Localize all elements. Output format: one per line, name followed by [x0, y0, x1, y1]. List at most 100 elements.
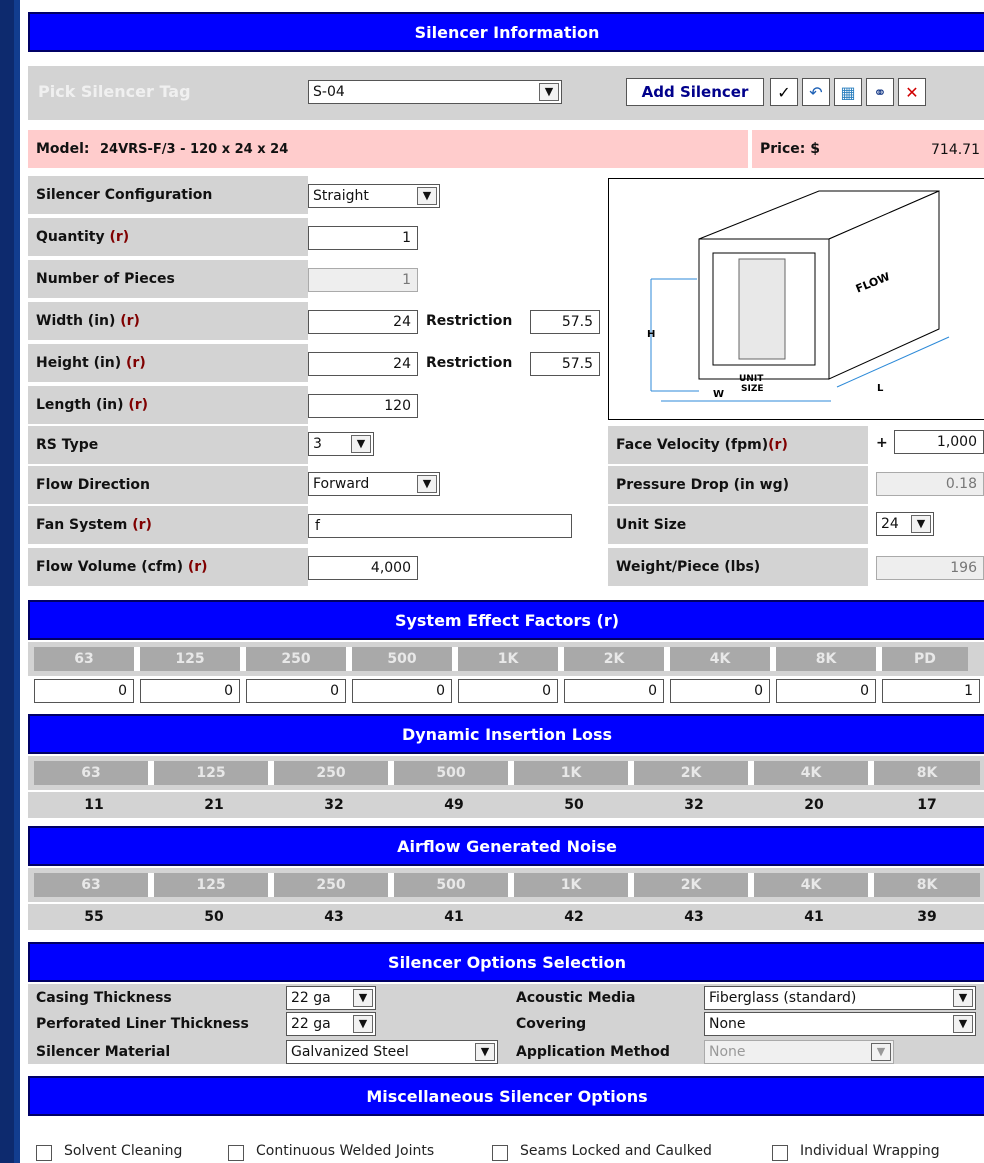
chevron-down-icon: ▼	[911, 515, 931, 533]
height-restriction-label: Restriction	[426, 355, 513, 371]
sef-input[interactable]: 0	[140, 679, 240, 703]
face-velocity-label: Face Velocity (fpm) (r)	[608, 426, 868, 464]
rs-type-label: RS Type	[28, 426, 308, 464]
chevron-down-icon: ▼	[953, 1015, 973, 1033]
dil-band: 2K	[634, 761, 754, 785]
close-icon[interactable]: ✕	[898, 78, 926, 106]
width-input[interactable]: 24	[308, 310, 418, 334]
pressure-drop-input: 0.18	[876, 472, 984, 496]
chevron-down-icon: ▼	[475, 1043, 495, 1061]
agn-header: Airflow Generated Noise	[28, 826, 984, 866]
dil-bands: 63 125 250 500 1K 2K 4K 8K	[28, 756, 984, 790]
sef-input[interactable]: 0	[34, 679, 134, 703]
individual-wrapping-checkbox[interactable]	[772, 1145, 788, 1161]
silencer-panel: Silencer Information Pick Silencer Tag S…	[14, 0, 984, 1163]
flow-direction-label: Flow Direction	[28, 466, 308, 504]
undo-icon[interactable]: ↶	[802, 78, 830, 106]
sef-band: 125	[140, 647, 246, 671]
sef-band: 1K	[458, 647, 564, 671]
quantity-input[interactable]: 1	[308, 226, 418, 250]
agn-band: 1K	[514, 873, 634, 897]
rs-type-select[interactable]: 3 ▼	[308, 432, 374, 456]
pieces-input: 1	[308, 268, 418, 292]
silencer-tag-value: S-04	[313, 84, 345, 100]
solvent-cleaning-checkbox[interactable]	[36, 1145, 52, 1161]
covering-label: Covering	[516, 1016, 587, 1032]
agn-band: 4K	[754, 873, 874, 897]
chevron-down-icon: ▼	[353, 1015, 373, 1033]
width-restriction-input[interactable]: 57.5	[530, 310, 600, 334]
dil-band: 4K	[754, 761, 874, 785]
size-text: SIZE	[741, 384, 764, 394]
dil-band: 500	[394, 761, 514, 785]
sef-band: 8K	[776, 647, 882, 671]
width-label: Width (in) (r)	[28, 302, 308, 340]
pieces-label: Number of Pieces	[28, 260, 308, 298]
material-select[interactable]: Galvanized Steel ▼	[286, 1040, 498, 1064]
method-label: Application Method	[516, 1044, 670, 1060]
quantity-label: Quantity (r)	[28, 218, 308, 256]
binoculars-icon[interactable]: ⚭	[866, 78, 894, 106]
silencer-tag-select[interactable]: S-04 ▼	[308, 80, 562, 104]
check-icon[interactable]: ✓	[770, 78, 798, 106]
individual-wrapping-label: Individual Wrapping	[800, 1143, 940, 1159]
width-restriction-label: Restriction	[426, 313, 513, 329]
sef-input[interactable]: 0	[458, 679, 558, 703]
covering-select[interactable]: None ▼	[704, 1012, 976, 1036]
face-velocity-input[interactable]: 1,000	[894, 430, 984, 454]
sef-input[interactable]: 0	[670, 679, 770, 703]
dil-band: 250	[274, 761, 394, 785]
config-select[interactable]: Straight ▼	[308, 184, 440, 208]
dil-value: 50	[564, 797, 584, 813]
options-header: Silencer Options Selection	[28, 942, 984, 982]
dil-value: 32	[684, 797, 704, 813]
casing-select[interactable]: 22 ga ▼	[286, 986, 376, 1010]
height-restriction-input[interactable]: 57.5	[530, 352, 600, 376]
sef-input[interactable]: 0	[776, 679, 876, 703]
sef-input[interactable]: 0	[352, 679, 452, 703]
agn-value: 55	[84, 909, 104, 925]
solvent-cleaning-label: Solvent Cleaning	[64, 1143, 183, 1159]
agn-band: 125	[154, 873, 274, 897]
sef-header: System Effect Factors (r)	[28, 600, 984, 640]
covering-value: None	[709, 1016, 746, 1032]
welded-joints-checkbox[interactable]	[228, 1145, 244, 1161]
agn-band: 2K	[634, 873, 754, 897]
agn-band: 250	[274, 873, 394, 897]
fan-system-label: Fan System (r)	[28, 506, 308, 544]
sef-band: 4K	[670, 647, 776, 671]
spreadsheet-icon[interactable]: ▦	[834, 78, 862, 106]
seams-locked-checkbox[interactable]	[492, 1145, 508, 1161]
dil-band: 63	[34, 761, 154, 785]
fan-system-input[interactable]: f	[308, 514, 572, 538]
welded-joints-label: Continuous Welded Joints	[256, 1143, 435, 1159]
pressure-drop-label: Pressure Drop (in wg)	[608, 466, 868, 504]
model-value: 24VRS-F/3 - 120 x 24 x 24	[100, 142, 289, 157]
agn-value: 41	[444, 909, 464, 925]
sef-input[interactable]: 0	[564, 679, 664, 703]
agn-band: 8K	[874, 873, 980, 897]
model-label: Model:	[36, 141, 90, 157]
sef-band: 250	[246, 647, 352, 671]
liner-select[interactable]: 22 ga ▼	[286, 1012, 376, 1036]
length-input[interactable]: 120	[308, 394, 418, 418]
silencer-diagram: FLOW H L UNIT SIZE W	[608, 178, 984, 420]
dil-value: 11	[84, 797, 104, 813]
dil-band: 8K	[874, 761, 980, 785]
method-value: None	[709, 1044, 746, 1060]
unit-size-value: 24	[881, 516, 899, 532]
sef-values-row: 0 0 0 0 0 0 0 0 1	[28, 676, 984, 706]
add-silencer-button[interactable]: Add Silencer	[626, 78, 764, 106]
flow-volume-input[interactable]: 4,000	[308, 556, 418, 580]
height-input[interactable]: 24	[308, 352, 418, 376]
unit-size-select[interactable]: 24 ▼	[876, 512, 934, 536]
sef-input[interactable]: 0	[246, 679, 346, 703]
silencer-diagram-svg: FLOW H L UNIT SIZE W	[647, 190, 950, 402]
face-velocity-plus: +	[876, 435, 888, 451]
agn-band: 500	[394, 873, 514, 897]
media-select[interactable]: Fiberglass (standard) ▼	[704, 986, 976, 1010]
casing-value: 22 ga	[291, 990, 331, 1006]
flow-direction-select[interactable]: Forward ▼	[308, 472, 440, 496]
dil-value: 21	[204, 797, 224, 813]
sef-input[interactable]: 1	[882, 679, 980, 703]
